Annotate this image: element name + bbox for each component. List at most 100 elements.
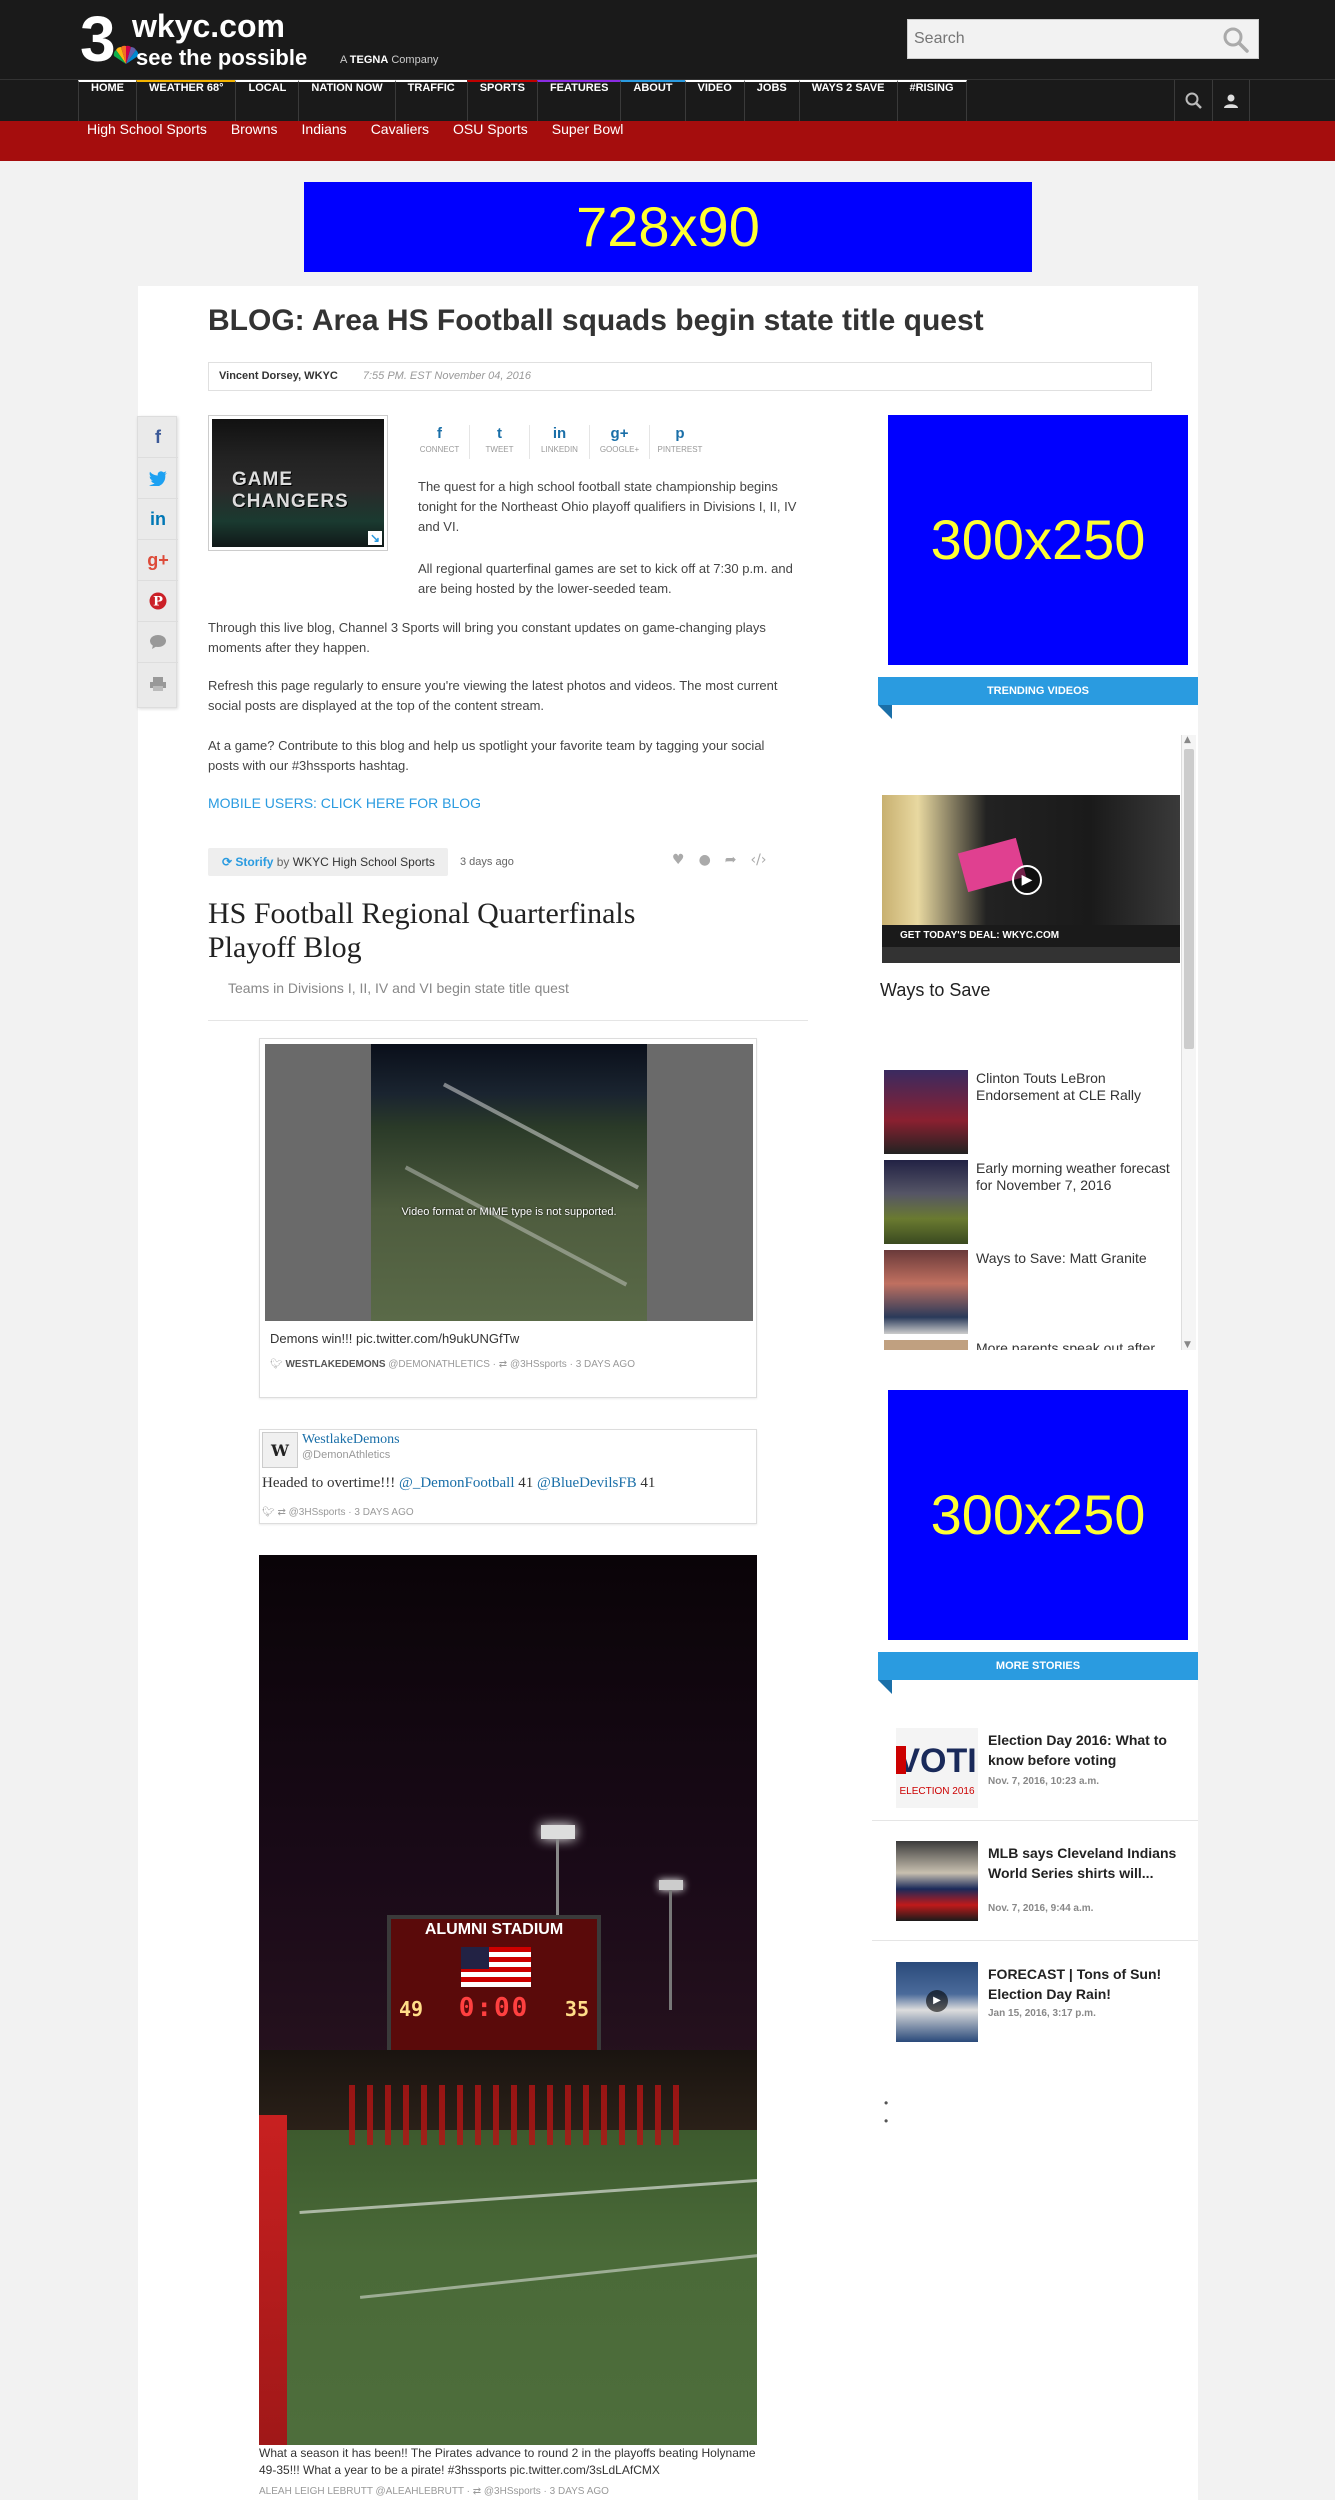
expand-icon[interactable]: ↘: [368, 531, 382, 545]
trending-item[interactable]: Clinton Touts LeBron Endorsement at CLE …: [884, 1070, 1174, 1154]
twitter-share-button[interactable]: t TWEET: [470, 425, 530, 459]
scroll-up-icon[interactable]: ▲: [1184, 735, 1191, 745]
video-player[interactable]: Video format or MIME type is not support…: [265, 1044, 753, 1321]
nav-item-home[interactable]: HOME: [78, 80, 136, 122]
play-icon[interactable]: ▶: [1012, 865, 1042, 895]
more-stories-item[interactable]: MLB says Cleveland Indians World Series …: [896, 1841, 1196, 1931]
banner-ad[interactable]: 728x90: [304, 182, 1032, 272]
subnav-item-cavaliers[interactable]: Cavaliers: [371, 121, 429, 161]
video-thumbnail: [884, 1160, 968, 1244]
more-stories-heading: MORE STORIES: [878, 1652, 1198, 1694]
avatar[interactable]: W: [262, 1432, 298, 1468]
scoreboard-title: ALUMNI STADIUM: [424, 1921, 564, 1938]
forecast-thumbnail: ▶: [896, 1962, 978, 2042]
main-nav: HOME WEATHER 68° LOCAL NATION NOW TRAFFIC SPO…: [0, 79, 1335, 122]
search-icon[interactable]: [1222, 26, 1250, 54]
comment-bubble-icon[interactable]: ●: [699, 852, 711, 868]
nav-item-weather-68[interactable]: WEATHER 68°: [136, 80, 236, 122]
subnav-item-high-school-sports[interactable]: High School Sports: [87, 121, 207, 161]
author-name[interactable]: Vincent Dorsey, WKYC: [219, 370, 338, 382]
mobile-blog-link[interactable]: MOBILE USERS: CLICK HERE FOR BLOG: [208, 795, 481, 811]
pinterest-share-button[interactable]: p PINTEREST: [650, 425, 710, 459]
subnav-item-indians[interactable]: Indians: [302, 121, 347, 161]
print-icon[interactable]: [138, 663, 178, 704]
facebook-icon[interactable]: f: [138, 417, 178, 458]
article-thumbnail[interactable]: GAME CHANGERS ↘: [208, 415, 388, 551]
trending-scrollbar[interactable]: ▲ ▼: [1181, 735, 1196, 1350]
nav-item-rising[interactable]: #RISING: [896, 80, 967, 122]
trending-videos-heading: TRENDING VIDEOS: [878, 677, 1198, 719]
nav-item-jobs[interactable]: JOBS: [743, 80, 799, 122]
nav-item-traffic[interactable]: TRAFFIC: [394, 80, 467, 122]
comment-icon[interactable]: [138, 622, 178, 663]
nav-item-sports[interactable]: SPORTS: [466, 80, 537, 122]
video-thumbnail: [884, 1340, 968, 1350]
article-para-5: At a game? Contribute to this blog and h…: [208, 738, 765, 773]
twitter-icon[interactable]: [138, 458, 178, 499]
trending-video-title[interactable]: Ways to Save: [880, 980, 990, 1001]
facebook-share-button[interactable]: f CONNECT: [410, 425, 470, 459]
google-plus-share-button[interactable]: g+ GOOGLE+: [590, 425, 650, 459]
flag-icon: [461, 1947, 531, 1987]
rectangle-ad-2[interactable]: 300x250: [888, 1390, 1188, 1640]
storify-bar[interactable]: ⟳ Storify by WKYC High School Sports: [208, 848, 448, 876]
google-plus-icon[interactable]: g+: [138, 540, 178, 581]
subnav-item-super-bowl[interactable]: Super Bowl: [552, 121, 624, 161]
trending-video-main[interactable]: ▶ GET TODAY'S DEAL: WKYC.COM: [882, 795, 1180, 963]
linkedin-share-button[interactable]: in LINKEDIN: [530, 425, 590, 459]
google-plus-icon: g+: [610, 425, 629, 442]
article-para-3: Through this live blog, Channel 3 Sports…: [208, 620, 766, 655]
thumb-text: GAME CHANGERS: [232, 469, 349, 512]
tweet-card-text: W WestlakeDemons @DemonAthletics Headed …: [259, 1429, 757, 1524]
stadium-photo[interactable]: ALUMNI STADIUM 49 0:00 35: [259, 1555, 757, 2445]
storify-actions: ♥ ● ➦ ‹/›: [672, 852, 766, 868]
tweet-text: Demons win!!! pic.twitter.com/h9ukUNGfTw: [270, 1331, 520, 1346]
subnav-item-osu-sports[interactable]: OSU Sports: [453, 121, 528, 161]
play-icon[interactable]: ▶: [926, 1990, 948, 2012]
search-input[interactable]: [908, 20, 1208, 58]
trending-item-title: Early morning weather forecast for Novem…: [976, 1160, 1170, 1193]
like-icon[interactable]: ♥: [672, 852, 685, 868]
nav-item-local[interactable]: LOCAL: [235, 80, 299, 122]
trending-item[interactable]: Ways to Save: Matt Granite: [884, 1250, 1174, 1334]
story-title: FORECAST | Tons of Sun! Election Day Rai…: [988, 1966, 1162, 2002]
tweet-author-name[interactable]: WestlakeDemons: [302, 1432, 400, 1448]
share-rail: f in g+ P: [137, 416, 178, 708]
nav-item-features[interactable]: FEATURES: [536, 80, 621, 122]
share-label: GOOGLE+: [599, 445, 640, 454]
tweet-meta: 🐦︎ ⇄ @3HSsports · 3 DAYS AGO: [262, 1507, 414, 1518]
pinterest-icon[interactable]: P: [138, 581, 178, 622]
mention-link[interactable]: @_DemonFootball: [399, 1475, 514, 1491]
mention-link[interactable]: @BlueDevilsFB: [537, 1475, 637, 1491]
storify-title: HS Football Regional Quarterfinals Playo…: [208, 897, 636, 964]
scroll-down-icon[interactable]: ▼: [1184, 1340, 1191, 1350]
more-stories-item[interactable]: ▶ FORECAST | Tons of Sun! Election Day R…: [896, 1962, 1196, 2052]
linkedin-icon[interactable]: in: [138, 499, 178, 540]
rectangle-ad-1[interactable]: 300x250: [888, 415, 1188, 665]
nav-item-video[interactable]: VIDEO: [684, 80, 744, 122]
share-label: TWEET: [485, 445, 514, 454]
svg-text:VOTI: VOTI: [897, 1742, 976, 1780]
photo-caption: What a season it has been!! The Pirates …: [259, 2446, 756, 2477]
share-arrow-icon[interactable]: ➦: [725, 852, 737, 868]
nav-search-icon[interactable]: [1174, 80, 1212, 122]
subnav-item-browns[interactable]: Browns: [231, 121, 278, 161]
user-icon[interactable]: [1212, 80, 1250, 122]
tweet-card-video: Video format or MIME type is not support…: [259, 1038, 757, 1398]
list-bullet: •: [884, 2096, 889, 2110]
nav-item-ways-2-save[interactable]: WAYS 2 SAVE: [798, 80, 897, 122]
share-label: CONNECT: [419, 445, 460, 454]
svg-text:P: P: [153, 595, 163, 610]
logo-number: 3: [80, 3, 116, 75]
nav-item-nation-now[interactable]: NATION NOW: [298, 80, 395, 122]
more-stories-item[interactable]: VOTI ELECTION 2016 Election Day 2016: Wh…: [896, 1728, 1196, 1818]
article-para-4: Refresh this page regularly to ensure yo…: [208, 678, 778, 713]
scoreboard: ALUMNI STADIUM 49 0:00 35: [387, 1915, 601, 2065]
trending-item[interactable]: More parents speak out after: [884, 1340, 1174, 1350]
article-para-1: The quest for a high school football sta…: [418, 479, 797, 534]
pinterest-icon: p: [675, 425, 685, 442]
embed-icon[interactable]: ‹/›: [751, 852, 767, 868]
site-logo[interactable]: 3 wkyc.com see the possible A TEGNA Comp…: [80, 3, 480, 75]
nav-item-about[interactable]: ABOUT: [620, 80, 685, 122]
trending-item[interactable]: Early morning weather forecast for Novem…: [884, 1160, 1174, 1244]
